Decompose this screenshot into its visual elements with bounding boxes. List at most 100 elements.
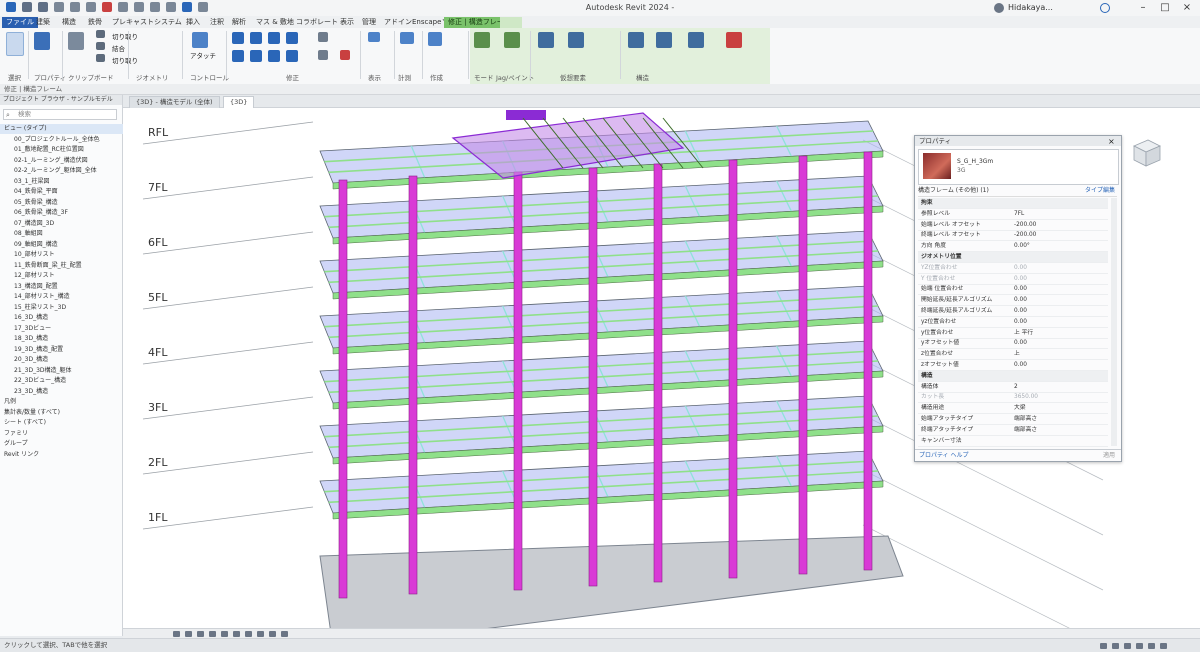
- properties-icon[interactable]: [34, 32, 50, 50]
- split-icon[interactable]: [318, 32, 328, 42]
- browser-tree-item[interactable]: 集計表/数量 (すべて): [0, 408, 126, 418]
- redo-icon[interactable]: [86, 2, 96, 12]
- browser-tree-item[interactable]: 16_3D_構造: [0, 313, 136, 323]
- tab-manage[interactable]: 管理: [358, 17, 380, 28]
- create-group-icon[interactable]: [428, 32, 442, 46]
- selection-link-icon[interactable]: [1100, 643, 1107, 649]
- mirror-icon[interactable]: [268, 32, 280, 44]
- property-value[interactable]: 端部高さ: [1014, 425, 1106, 435]
- open-icon[interactable]: [22, 2, 32, 12]
- attach-icon[interactable]: [192, 32, 208, 48]
- copy-element-icon[interactable]: [250, 50, 262, 62]
- browser-tree-item[interactable]: 05_鉄骨梁_構造: [0, 198, 136, 208]
- show-crop-icon[interactable]: [245, 631, 252, 637]
- tab-architecture[interactable]: 建築: [32, 17, 54, 28]
- move-icon[interactable]: [232, 50, 244, 62]
- user-name[interactable]: Hidakaya...: [1008, 3, 1053, 12]
- properties-close-icon[interactable]: ×: [1108, 137, 1115, 146]
- mirror-draw-icon[interactable]: [286, 32, 298, 44]
- align-icon[interactable]: [232, 32, 244, 44]
- ribbon-join-label[interactable]: 結合: [112, 43, 125, 53]
- tab-steel[interactable]: 鉄骨: [84, 17, 106, 28]
- browser-tree-item[interactable]: ビュー (タイプ): [0, 124, 126, 134]
- browser-tree-item[interactable]: 12_部材リスト: [0, 271, 136, 281]
- pin-icon[interactable]: [318, 50, 328, 60]
- property-value[interactable]: 大梁: [1014, 403, 1106, 413]
- revit-logo-icon[interactable]: [6, 2, 16, 12]
- property-value[interactable]: 0.00: [1014, 360, 1106, 370]
- remove-icon[interactable]: [726, 32, 742, 48]
- beam-system-icon[interactable]: [628, 32, 644, 48]
- ribbon-context-toggle-icon[interactable]: [500, 17, 522, 28]
- browser-tree-item[interactable]: 09_軸組図_構造: [0, 240, 136, 250]
- select-by-face-icon[interactable]: [1136, 643, 1143, 649]
- trim-icon[interactable]: [286, 50, 298, 62]
- property-value[interactable]: -200.00: [1014, 230, 1106, 240]
- filter-icon[interactable]: [1160, 643, 1167, 649]
- browser-tree-item[interactable]: 02-2_ルーミング_躯体図_全体: [0, 166, 136, 176]
- property-row[interactable]: Y 位置合わせ 0.00: [918, 274, 1108, 285]
- property-category[interactable]: 拘束: [918, 198, 1108, 210]
- modify-tool-icon[interactable]: [6, 32, 24, 56]
- property-row[interactable]: 終端レベル オフセット -200.00: [918, 230, 1108, 242]
- tab-collaborate[interactable]: コラボレート: [292, 17, 342, 28]
- browser-tree-item[interactable]: 13_構造図_配置: [0, 282, 136, 292]
- property-row[interactable]: z位置合わせ 上: [918, 349, 1108, 361]
- dimension-icon[interactable]: [134, 2, 144, 12]
- tab-systems[interactable]: システム: [150, 17, 186, 28]
- tab-structure[interactable]: 構造: [58, 17, 80, 28]
- tab-annotate[interactable]: 注釈: [206, 17, 228, 28]
- shadows-icon[interactable]: [221, 631, 228, 637]
- browser-tree-item[interactable]: 15_柱梁リスト_3D: [0, 303, 136, 313]
- property-value[interactable]: 0.00: [1014, 284, 1106, 294]
- browser-tree-item[interactable]: Revit リンク: [0, 450, 126, 460]
- section-icon[interactable]: [182, 2, 192, 12]
- measure-icon[interactable]: [118, 2, 128, 12]
- property-value[interactable]: 上: [1014, 349, 1106, 359]
- virtual-element-icon[interactable]: [538, 32, 554, 48]
- property-row[interactable]: 方向 角度 0.00°: [918, 241, 1108, 253]
- type-selector[interactable]: S_G_H_3Gm 3G: [918, 149, 1119, 185]
- property-row[interactable]: カット長 3650.00: [918, 392, 1108, 404]
- property-row[interactable]: キャンバー寸法: [918, 436, 1108, 447]
- delete-icon[interactable]: [340, 50, 350, 60]
- tab-analyze[interactable]: 解析: [228, 17, 250, 28]
- browser-tree-item[interactable]: 17_3Dビュー: [0, 324, 136, 334]
- property-row[interactable]: 始端 位置合わせ 0.00: [918, 284, 1108, 296]
- view-tab-3d-full[interactable]: {3D} - 構造モデル (全体): [129, 96, 220, 108]
- browser-tree-item[interactable]: 00_プロジェクトルール_全体色: [0, 135, 136, 145]
- structural-model[interactable]: [319, 110, 904, 628]
- property-row[interactable]: 終端延長/延長アルゴリズム 0.00: [918, 306, 1108, 318]
- crop-view-icon[interactable]: [233, 631, 240, 637]
- browser-tree-item[interactable]: 10_部材リスト: [0, 250, 136, 260]
- property-category[interactable]: 構造: [918, 370, 1108, 382]
- detail-level-icon[interactable]: [185, 631, 192, 637]
- property-row[interactable]: 始端レベル オフセット -200.00: [918, 220, 1108, 231]
- sun-path-icon[interactable]: [209, 631, 216, 637]
- property-value[interactable]: 0.00: [1014, 338, 1106, 348]
- paste-icon[interactable]: [68, 32, 84, 50]
- maximize-icon[interactable]: □: [1156, 2, 1174, 14]
- text-icon[interactable]: [150, 2, 160, 12]
- properties-scrollbar[interactable]: [1111, 198, 1117, 446]
- property-row[interactable]: 構造用途 大梁: [918, 403, 1108, 415]
- selection-underlay-icon[interactable]: [1112, 643, 1119, 649]
- browser-tree-item[interactable]: 19_3D_構造_配置: [0, 345, 136, 355]
- browser-tree-item[interactable]: 21_3D_3D構造_躯体: [0, 366, 136, 376]
- temporary-hide-icon[interactable]: [269, 631, 276, 637]
- undo-icon[interactable]: [70, 2, 80, 12]
- property-value[interactable]: 0.00°: [1014, 241, 1106, 251]
- measure-tool-icon[interactable]: [368, 32, 380, 42]
- cut-icon[interactable]: [96, 30, 105, 38]
- reveal-hidden-icon[interactable]: [281, 631, 288, 637]
- tab-insert[interactable]: 挿入: [182, 17, 204, 28]
- property-value[interactable]: 0.00: [1014, 306, 1106, 316]
- match-properties-icon[interactable]: [96, 54, 105, 62]
- create-parts-icon[interactable]: [400, 32, 414, 44]
- browser-tree-item[interactable]: 23_3D_構造: [0, 387, 136, 397]
- browser-tree-item[interactable]: 01_敷地配置_RC柱位置図: [0, 145, 136, 155]
- property-row[interactable]: zオフセット値 0.00: [918, 360, 1108, 372]
- property-value[interactable]: 2: [1014, 382, 1106, 392]
- tab-view[interactable]: 表示: [336, 17, 358, 28]
- reinforcement-icon[interactable]: [656, 32, 672, 48]
